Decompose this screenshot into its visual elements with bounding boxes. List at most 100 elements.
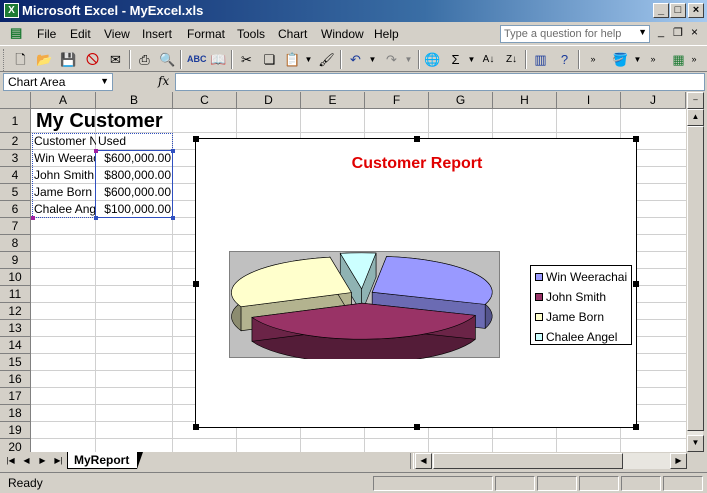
row-header[interactable]: 1 [0, 109, 31, 133]
row-header[interactable]: 9 [0, 252, 31, 269]
row-header[interactable]: 15 [0, 354, 31, 371]
range-handle[interactable] [94, 149, 98, 153]
menu-file[interactable]: File [37, 27, 56, 41]
column-header[interactable]: B [96, 92, 173, 109]
column-header[interactable]: I [557, 92, 621, 109]
menu-edit[interactable]: Edit [70, 27, 91, 41]
email-icon[interactable]: ✉ [107, 51, 124, 68]
doc-restore-icon[interactable]: ❐ [673, 26, 683, 39]
print-icon[interactable]: ⎙ [136, 51, 153, 68]
range-handle[interactable] [31, 216, 35, 220]
formula-input[interactable] [175, 73, 705, 91]
save-icon[interactable]: 💾 [60, 51, 77, 68]
sheet-tab-myreport[interactable]: MyReport [67, 452, 144, 469]
cut-icon[interactable]: ✂ [238, 51, 255, 68]
pie-chart[interactable] [230, 252, 501, 364]
undo-icon[interactable]: ↶ [347, 51, 364, 68]
chart-objects-icon[interactable]: ▦ [670, 51, 687, 68]
toolbar-grip[interactable] [3, 49, 9, 71]
row-header[interactable]: 20 [0, 439, 31, 452]
minimize-button[interactable]: _ [653, 3, 669, 18]
redo-icon[interactable]: ↷ [383, 51, 400, 68]
chevron-down-icon[interactable]: ▼ [638, 27, 647, 37]
horizontal-scroll-thumb[interactable] [433, 453, 623, 469]
row-header[interactable]: 18 [0, 405, 31, 422]
chart-resize-handle[interactable] [633, 136, 639, 142]
function-icon[interactable]: fx [158, 74, 169, 88]
row-header[interactable]: 10 [0, 269, 31, 286]
help-icon[interactable]: ? [556, 51, 573, 68]
row-header[interactable]: 16 [0, 371, 31, 388]
chevron-down-icon[interactable]: ▼ [100, 76, 109, 86]
menu-window[interactable]: Window [321, 27, 364, 41]
scroll-right-icon[interactable]: ▶ [670, 453, 687, 469]
sort-descending-icon[interactable]: Z↓ [503, 51, 520, 68]
row-header[interactable]: 13 [0, 320, 31, 337]
chart-resize-handle[interactable] [193, 136, 199, 142]
chart-title[interactable]: Customer Report [196, 155, 638, 173]
toolbar-options-icon[interactable]: » [588, 51, 598, 68]
scroll-up-icon[interactable]: ▲ [687, 109, 704, 126]
format-painter-icon[interactable]: 🖌 [318, 51, 335, 68]
menu-format[interactable]: Format [187, 27, 225, 41]
row-header[interactable]: 6 [0, 201, 31, 218]
row-header[interactable]: 17 [0, 388, 31, 405]
tab-split-handle[interactable] [410, 453, 414, 469]
row-header[interactable]: 2 [0, 133, 31, 150]
legend-entry[interactable]: Jame Born [535, 310, 604, 326]
paste-icon[interactable]: 📋 [284, 51, 301, 68]
column-header[interactable]: D [237, 92, 301, 109]
column-header[interactable]: H [493, 92, 557, 109]
chart-resize-handle[interactable] [633, 281, 639, 287]
next-sheet-icon[interactable]: ▶ [36, 454, 49, 467]
legend-entry[interactable]: Win Weerachai [535, 270, 627, 286]
row-header[interactable]: 12 [0, 303, 31, 320]
cell-a1[interactable]: My Customer [34, 110, 184, 133]
chart-resize-handle[interactable] [193, 424, 199, 430]
workbook-icon[interactable]: ▤ [10, 25, 22, 41]
column-header[interactable]: J [621, 92, 686, 109]
spelling-icon[interactable]: ABC [187, 51, 207, 68]
vertical-scrollbar[interactable]: ‒ ▲ ▼ [686, 92, 704, 452]
help-search-input[interactable]: Type a question for help ▼ [500, 25, 650, 43]
print-preview-icon[interactable]: 🔍 [159, 51, 176, 68]
chart-resize-handle[interactable] [633, 424, 639, 430]
toolbar-options-icon[interactable]: » [689, 51, 699, 68]
menu-tools[interactable]: Tools [237, 27, 265, 41]
excel-app-icon[interactable]: X [4, 3, 19, 18]
autosum-dropdown-icon[interactable]: ▼ [463, 51, 480, 68]
row-header[interactable]: 14 [0, 337, 31, 354]
paste-dropdown-icon[interactable]: ▼ [300, 51, 317, 68]
scroll-left-icon[interactable]: ◀ [415, 453, 432, 469]
column-header[interactable]: C [173, 92, 237, 109]
maximize-button[interactable]: □ [670, 3, 686, 18]
close-button[interactable]: × [688, 3, 704, 18]
column-header[interactable]: G [429, 92, 493, 109]
menu-view[interactable]: View [104, 27, 130, 41]
prev-sheet-icon[interactable]: ◀ [20, 454, 33, 467]
chart-wizard-icon[interactable]: ▥ [532, 51, 549, 68]
chart-area[interactable]: Customer Report Win Weerachai John Smith… [193, 136, 639, 430]
select-all-corner[interactable] [0, 92, 31, 109]
last-sheet-icon[interactable]: ▶| [52, 454, 65, 467]
row-header[interactable]: 8 [0, 235, 31, 252]
fill-color-icon[interactable]: 🪣 [612, 51, 629, 68]
row-header[interactable]: 4 [0, 167, 31, 184]
column-header[interactable]: A [31, 92, 96, 109]
new-icon[interactable]: 🗋 [12, 51, 29, 68]
scroll-split-icon[interactable]: ‒ [687, 92, 704, 109]
legend-entry[interactable]: John Smith [535, 290, 606, 306]
chart-resize-handle[interactable] [414, 136, 420, 142]
worksheet-grid[interactable]: A B C D E F G H I J 1 2 3 4 5 6 7 8 9 10… [0, 92, 686, 452]
autosum-icon[interactable]: Σ [447, 51, 464, 68]
copy-icon[interactable]: ❏ [261, 51, 278, 68]
row-header[interactable]: 7 [0, 218, 31, 235]
menu-insert[interactable]: Insert [142, 27, 172, 41]
row-header[interactable]: 11 [0, 286, 31, 303]
menu-help[interactable]: Help [374, 27, 399, 41]
hyperlink-icon[interactable]: 🌐 [424, 51, 441, 68]
sort-ascending-icon[interactable]: A↓ [480, 51, 497, 68]
horizontal-scrollbar[interactable]: ◀ ▶ [415, 453, 687, 469]
undo-dropdown-icon[interactable]: ▼ [364, 51, 381, 68]
scroll-down-icon[interactable]: ▼ [687, 435, 704, 452]
